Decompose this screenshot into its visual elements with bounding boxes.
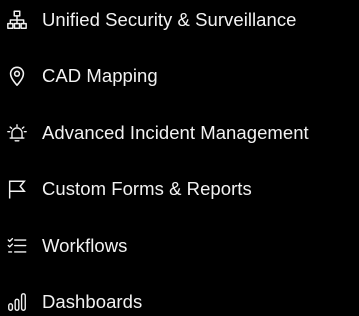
menu-item-label: Dashboards <box>42 291 143 312</box>
menu-item-label: Advanced Incident Management <box>42 122 309 143</box>
flag-icon <box>5 177 29 201</box>
menu-item-incident-management[interactable]: Advanced Incident Management <box>5 119 309 147</box>
menu-item-unified-security[interactable]: Unified Security & Surveillance <box>5 6 297 34</box>
alarm-bell-icon <box>5 121 29 145</box>
menu-item-label: Workflows <box>42 235 128 256</box>
menu-item-label: Custom Forms & Reports <box>42 178 252 199</box>
network-icon <box>5 8 29 32</box>
menu-item-label: Unified Security & Surveillance <box>42 9 297 30</box>
menu-item-workflows[interactable]: Workflows <box>5 232 127 260</box>
menu-item-label: CAD Mapping <box>42 65 158 86</box>
checklist-icon <box>5 234 29 258</box>
feature-menu: Unified Security & Surveillance CAD Mapp… <box>0 0 359 316</box>
menu-item-cad-mapping[interactable]: CAD Mapping <box>5 62 158 90</box>
menu-item-dashboards[interactable]: Dashboards <box>5 288 142 316</box>
map-pin-icon <box>5 64 29 88</box>
menu-item-custom-forms[interactable]: Custom Forms & Reports <box>5 175 252 203</box>
bar-chart-icon <box>5 290 29 314</box>
